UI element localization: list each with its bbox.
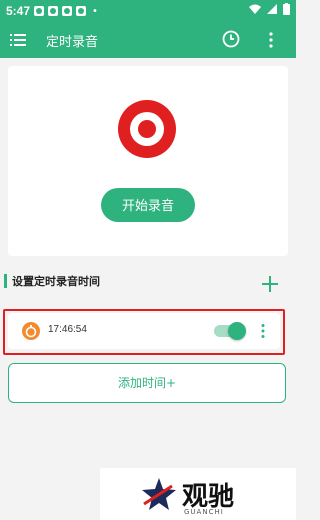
- section-indicator: [4, 274, 7, 288]
- signal-icon: [267, 4, 277, 14]
- notification-app-icon: [48, 6, 59, 16]
- status-bar: 5:47 •: [0, 0, 296, 22]
- bluetooth-icon: [76, 6, 87, 16]
- start-recording-button[interactable]: 开始录音: [101, 188, 195, 222]
- notification-app-icon: [62, 6, 73, 16]
- watermark-sub: GUANCHI: [184, 508, 224, 516]
- add-time-button[interactable]: 添加时间+: [8, 363, 286, 403]
- menu-icon[interactable]: [10, 32, 26, 48]
- page-title: 定时录音: [46, 35, 99, 50]
- status-time: 5:47: [6, 4, 31, 18]
- watermark-logo: 观驰 GUANCHI: [100, 468, 296, 520]
- app-bar: 定时录音: [0, 22, 296, 58]
- item-more-icon[interactable]: [260, 323, 266, 339]
- clock-icon[interactable]: [222, 30, 240, 48]
- timer-icon: [22, 322, 40, 340]
- star-logo-icon: [142, 478, 176, 510]
- record-icon: [118, 100, 176, 158]
- wifi-icon: [249, 4, 261, 14]
- schedule-toggle[interactable]: [214, 322, 246, 340]
- schedule-time: 17:46:54: [48, 324, 87, 335]
- recorder-card: 开始录音: [8, 66, 288, 256]
- section-title: 设置定时录音时间: [12, 275, 100, 288]
- notification-dot-icon: •: [92, 5, 98, 17]
- more-options-icon[interactable]: [267, 31, 275, 49]
- list-item[interactable]: 17:46:54: [8, 313, 280, 349]
- toggle-knob: [228, 322, 246, 340]
- notification-app-icon: [34, 6, 45, 16]
- battery-icon: [283, 3, 290, 15]
- add-icon[interactable]: [262, 276, 278, 292]
